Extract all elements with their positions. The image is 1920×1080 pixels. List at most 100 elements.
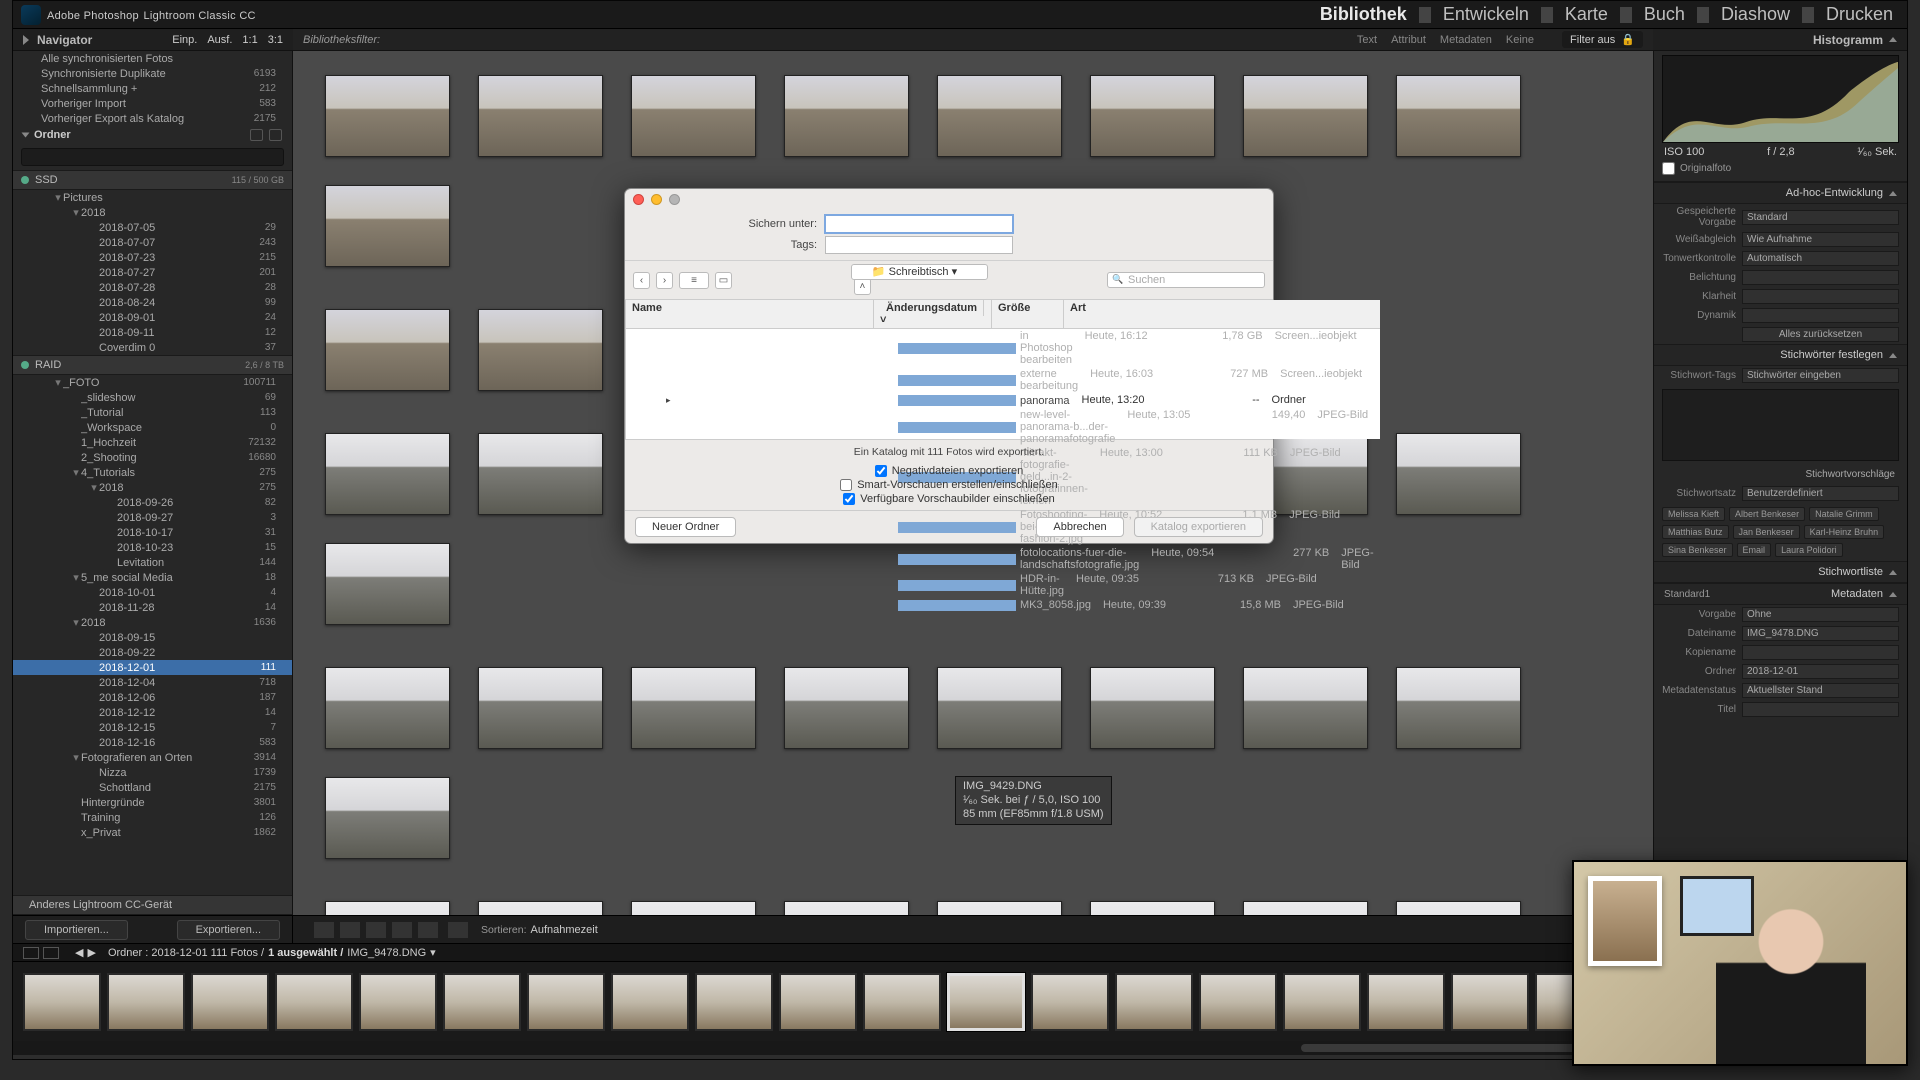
col-date[interactable]: Änderungsdatum ˅ — [874, 300, 992, 328]
folder-item[interactable]: 1_Hochzeit72132 — [13, 435, 292, 450]
folder-item[interactable]: ▾2018275 — [13, 480, 292, 495]
meta-value[interactable]: 2018-12-01 — [1742, 664, 1899, 679]
grid-thumbnail[interactable] — [1396, 667, 1521, 749]
filmstrip-thumbnail[interactable] — [1199, 973, 1277, 1031]
grid-thumbnail[interactable] — [1243, 75, 1368, 157]
folder-item[interactable]: 2018-10-2315 — [13, 540, 292, 555]
filter-tab-none[interactable]: Keine — [1506, 34, 1534, 46]
metadata-header[interactable]: Standard1Metadaten — [1654, 583, 1907, 605]
people-view-icon[interactable] — [417, 921, 439, 939]
file-row[interactable]: fotolocations-fuer-die-landschaftsfotogr… — [626, 546, 1380, 572]
folder-item[interactable]: 2018-12-157 — [13, 720, 292, 735]
folder-item[interactable]: 2018-07-0529 — [13, 220, 292, 235]
window-minimize-icon[interactable] — [651, 194, 662, 205]
folder-item[interactable]: 2018-07-23215 — [13, 250, 292, 265]
folder-item[interactable]: 2018-12-04718 — [13, 675, 292, 690]
folder-item[interactable]: 2_Shooting16680 — [13, 450, 292, 465]
folder-item[interactable]: ▾20181636 — [13, 615, 292, 630]
folder-item[interactable]: 2018-09-2682 — [13, 495, 292, 510]
grid-mini-icon[interactable] — [23, 947, 39, 959]
filmstrip-thumbnail[interactable] — [191, 973, 269, 1031]
grid-thumbnail[interactable] — [1396, 901, 1521, 915]
sort-dropdown[interactable]: Aufnahmezeit — [531, 924, 598, 936]
keyword-preset[interactable]: Natalie Grimm — [1809, 507, 1879, 521]
folder-item[interactable]: 2018-07-27201 — [13, 265, 292, 280]
folder-item[interactable]: ▾_FOTO100711 — [13, 375, 292, 390]
folder-item[interactable]: _Workspace0 — [13, 420, 292, 435]
zoom-fit[interactable]: Einp. — [172, 34, 197, 46]
filmstrip-thumbnail[interactable] — [695, 973, 773, 1031]
nav-back-icon[interactable]: ◀ — [75, 946, 83, 959]
grid-thumbnail[interactable] — [1396, 433, 1521, 515]
keyword-preset[interactable]: Melissa Kieft — [1662, 507, 1725, 521]
filter-tab-attr[interactable]: Attribut — [1391, 34, 1426, 46]
filmstrip-thumbnail[interactable] — [443, 973, 521, 1031]
col-size[interactable]: Größe — [992, 300, 1064, 328]
grid-thumbnail[interactable] — [478, 309, 603, 391]
grid-thumbnail[interactable] — [325, 667, 450, 749]
file-row[interactable]: ▸panoramaHeute, 13:20--Ordner — [626, 393, 1380, 408]
folder-item[interactable]: 2018-10-1731 — [13, 525, 292, 540]
folder-item[interactable]: 2018-12-1214 — [13, 705, 292, 720]
folder-item[interactable]: Coverdim 037 — [13, 340, 292, 355]
view-mode-button[interactable]: ≡ — [679, 272, 709, 289]
grid-thumbnail[interactable] — [325, 433, 450, 515]
filter-tab-text[interactable]: Text — [1357, 34, 1377, 46]
filmstrip-thumbnail[interactable] — [1031, 973, 1109, 1031]
grid-thumbnail[interactable] — [1396, 75, 1521, 157]
chk-negatives[interactable] — [875, 465, 887, 477]
filmstrip-thumbnail[interactable] — [1367, 973, 1445, 1031]
filter-folders-icon[interactable] — [250, 129, 263, 141]
grid-thumbnail[interactable] — [631, 667, 756, 749]
window-close-icon[interactable] — [633, 194, 644, 205]
kwlist-header[interactable]: Stichwortliste — [1654, 561, 1907, 583]
zoom-fill[interactable]: Ausf. — [207, 34, 232, 46]
catalog-item[interactable]: Vorheriger Export als Katalog2175 — [13, 111, 292, 126]
grid-thumbnail[interactable] — [325, 901, 450, 915]
compare-view-icon[interactable] — [365, 921, 387, 939]
chk-previews[interactable] — [843, 493, 855, 505]
module-library[interactable]: Bibliothek — [1314, 0, 1413, 29]
filmstrip-thumbnail[interactable] — [107, 973, 185, 1031]
filmstrip-thumbnail[interactable] — [947, 973, 1025, 1031]
folder-item[interactable]: Nizza1739 — [13, 765, 292, 780]
survey-view-icon[interactable] — [391, 921, 413, 939]
folder-item[interactable]: ▾4_Tutorials275 — [13, 465, 292, 480]
folder-search-input[interactable] — [21, 148, 284, 166]
filter-tab-meta[interactable]: Metadaten — [1440, 34, 1492, 46]
keyword-preset[interactable]: Matthias Butz — [1662, 525, 1729, 539]
chevron-down-icon[interactable]: ▾ — [430, 946, 436, 959]
grid-thumbnail[interactable] — [478, 901, 603, 915]
folder-item[interactable]: 2018-08-2499 — [13, 295, 292, 310]
file-row[interactable]: in Photoshop bearbeitenHeute, 16:121,78 … — [626, 329, 1380, 367]
grid-thumbnail[interactable] — [325, 185, 450, 267]
volume-header[interactable]: SSD115 / 500 GB — [13, 170, 292, 190]
folder-item[interactable]: 2018-12-01111 — [13, 660, 292, 675]
clarity-value[interactable] — [1742, 289, 1899, 304]
grid-thumbnail[interactable] — [478, 433, 603, 515]
filmstrip-thumbnail[interactable] — [1283, 973, 1361, 1031]
keyword-preset[interactable]: Email — [1737, 543, 1772, 557]
export-button[interactable]: Exportieren... — [177, 920, 280, 940]
nav-fwd-icon[interactable]: ▶ — [87, 946, 95, 959]
grid-thumbnail[interactable] — [478, 667, 603, 749]
other-device-header[interactable]: Anderes Lightroom CC-Gerät — [13, 895, 292, 915]
grid-thumbnail[interactable] — [1090, 901, 1215, 915]
exposure-value[interactable] — [1742, 270, 1899, 285]
col-kind[interactable]: Art — [1064, 300, 1380, 328]
folder-item[interactable]: x_Privat1862 — [13, 825, 292, 840]
folder-item[interactable]: ▾Pictures — [13, 190, 292, 205]
folder-item[interactable]: ▾Fotografieren an Orten3914 — [13, 750, 292, 765]
grid-thumbnail[interactable] — [325, 777, 450, 859]
folder-item[interactable]: 2018-07-2828 — [13, 280, 292, 295]
module-print[interactable]: Drucken — [1820, 0, 1899, 29]
folder-item[interactable]: Levitation144 — [13, 555, 292, 570]
file-row[interactable]: HDR-in-Hütte.jpgHeute, 09:35713 KBJPEG-B… — [626, 572, 1380, 598]
keyword-textarea[interactable] — [1662, 389, 1899, 461]
grid-thumbnail[interactable] — [937, 667, 1062, 749]
search-input[interactable]: Suchen — [1107, 272, 1265, 288]
module-slideshow[interactable]: Diashow — [1715, 0, 1796, 29]
cancel-button[interactable]: Abbrechen — [1036, 517, 1123, 537]
grid-thumbnail[interactable] — [325, 309, 450, 391]
reset-all-button[interactable]: Alles zurücksetzen — [1742, 327, 1899, 342]
